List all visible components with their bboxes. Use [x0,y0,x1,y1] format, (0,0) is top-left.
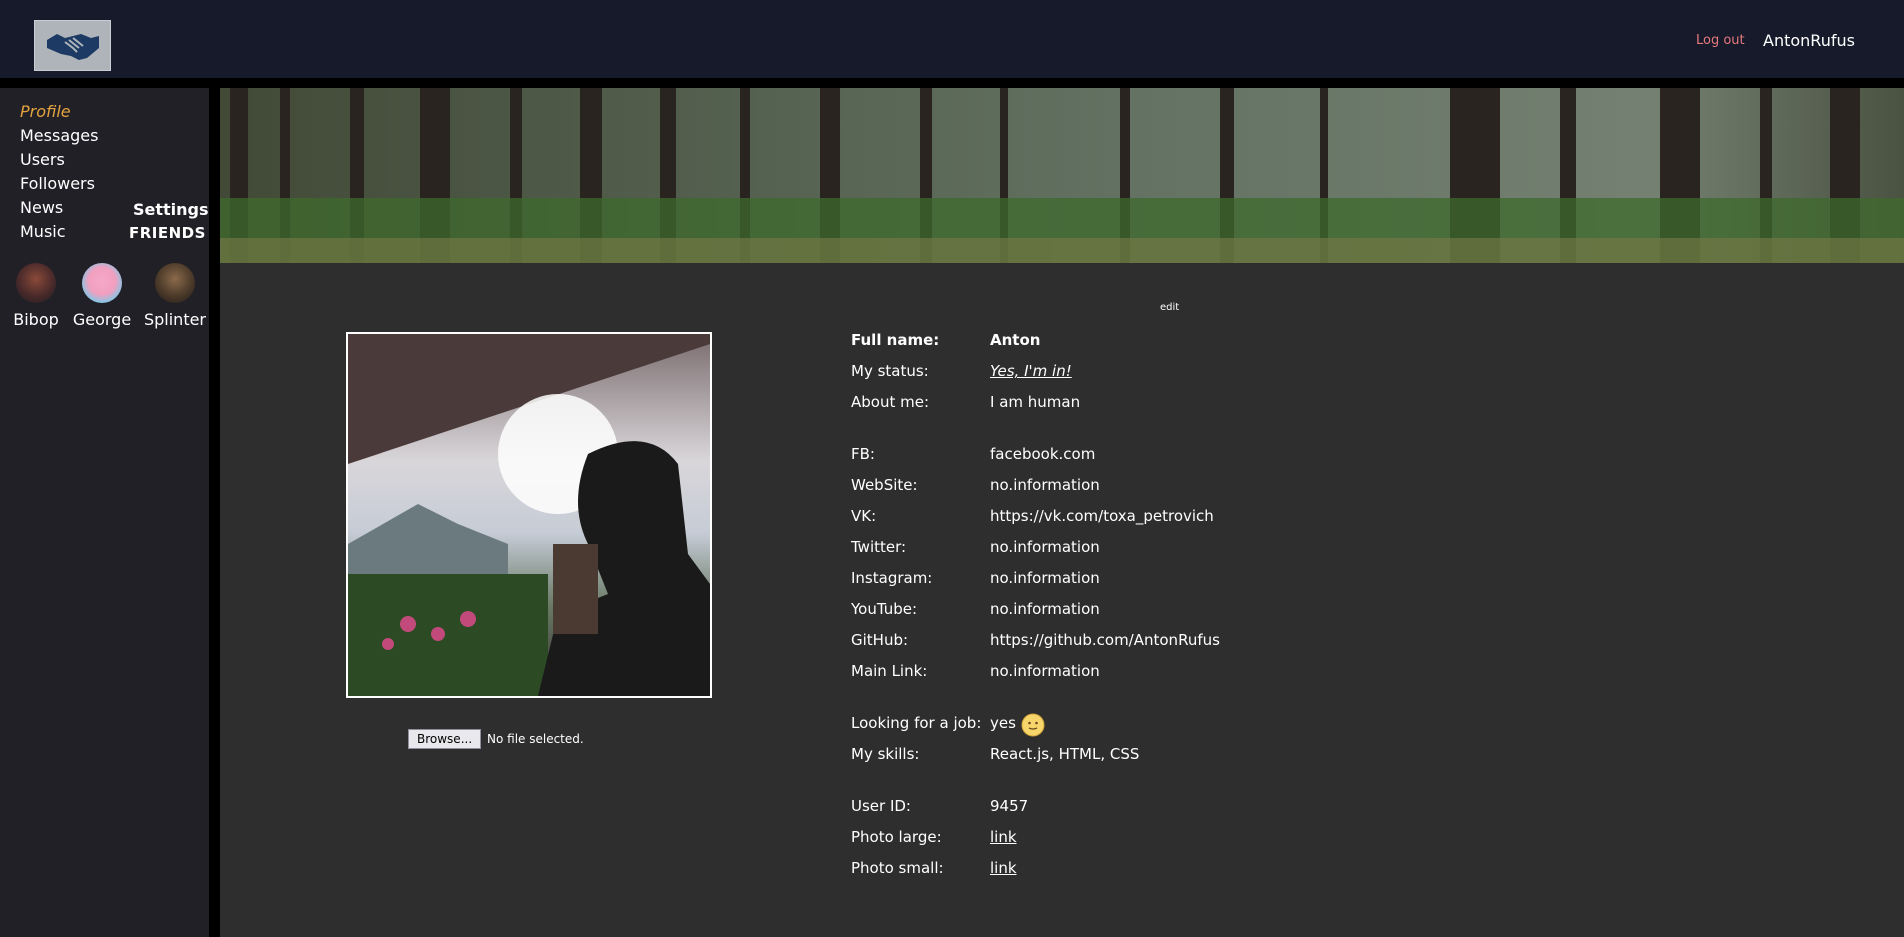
contact-label: VK: [851,507,877,525]
friend-name: Splinter [143,310,207,329]
friend-george[interactable]: George [62,263,142,329]
skills-value: React.js, HTML, CSS [990,745,1140,763]
contact-label: YouTube: [851,600,918,618]
friend-avatar [82,263,122,303]
sidebar-item-music[interactable]: Music [20,222,66,241]
friend-name: George [72,310,132,329]
sidebar-item-news[interactable]: News [20,198,63,217]
browse-button[interactable]: Browse... [408,729,482,749]
profile-photo [346,332,712,698]
job-value: yes [990,714,1016,732]
username: AntonRufus [1763,31,1855,50]
contact-value: no.information [990,476,1100,494]
forest-banner-image [220,88,1904,263]
photo-small-link[interactable]: link [990,859,1017,877]
sidebar-item-profile[interactable]: Profile [20,102,71,121]
skills-label: My skills: [851,745,920,763]
sidebar-item-followers[interactable]: Followers [20,174,95,193]
file-status: No file selected. [487,732,584,746]
friends-title: FRIENDS [129,224,206,242]
sidebar-item-messages[interactable]: Messages [20,126,98,145]
about-value: I am human [990,393,1081,411]
main-content: edit Browse... No file selected. Full na… [220,88,1904,937]
about-label: About me: [851,393,930,411]
contact-value: no.information [990,538,1100,556]
sidebar: Profile Messages Users Followers News Mu… [0,88,209,937]
sidebar-item-settings[interactable]: Settings [133,200,209,219]
user-id-label: User ID: [851,797,911,815]
contact-value: facebook.com [990,445,1096,463]
contact-label: WebSite: [851,476,918,494]
job-label: Looking for a job: [851,714,982,732]
edit-button[interactable]: edit [1160,302,1179,313]
contact-label: FB: [851,445,875,463]
contact-label: Main Link: [851,662,928,680]
smiley-icon [1021,713,1045,737]
handshake-logo-icon[interactable] [34,20,111,71]
contact-label: Twitter: [851,538,907,556]
contact-value: no.information [990,569,1100,587]
contact-value: no.information [990,600,1100,618]
status-label: My status: [851,362,929,380]
status-value[interactable]: Yes, I'm in! [990,362,1072,380]
friend-splinter[interactable]: Splinter [135,263,215,329]
photo-large-label: Photo large: [851,828,942,846]
logout-button[interactable]: Log out [1696,33,1745,48]
photo-small-label: Photo small: [851,859,944,877]
user-id-value: 9457 [990,797,1029,815]
photo-large-link[interactable]: link [990,828,1017,846]
full-name-label: Full name: [851,331,940,349]
sidebar-item-users[interactable]: Users [20,150,65,169]
contact-label: Instagram: [851,569,933,587]
header: Log out AntonRufus [0,0,1904,78]
full-name-value: Anton [990,331,1041,349]
contact-value: https://vk.com/toxa_petrovich [990,507,1214,525]
contact-label: GitHub: [851,631,909,649]
friend-avatar [16,263,56,303]
contact-value: no.information [990,662,1100,680]
friend-avatar [155,263,195,303]
contact-value: https://github.com/AntonRufus [990,631,1220,649]
